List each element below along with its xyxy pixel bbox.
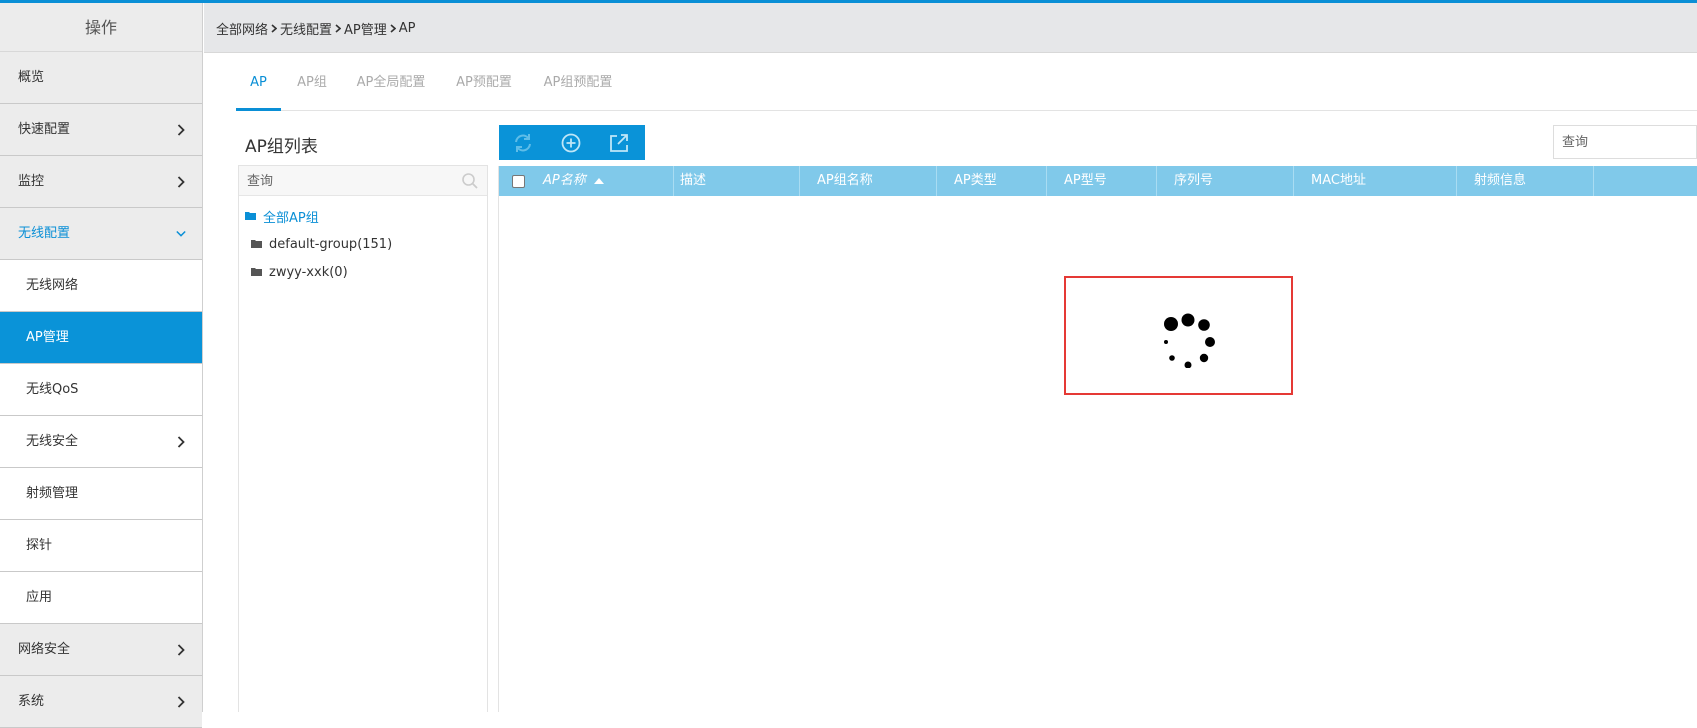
export-icon — [610, 133, 628, 152]
sidebar-item-3[interactable]: 无线配置 — [0, 208, 202, 260]
tab-ap-group-preconfig[interactable]: AP组预配置 — [540, 56, 616, 111]
chevron-right-icon — [269, 23, 279, 33]
tab-ap-preconfig[interactable]: AP预配置 — [452, 56, 516, 111]
chevron-right-icon — [174, 104, 188, 156]
header-bar: 全部网络 无线配置 AP管理 AP — [204, 3, 1697, 53]
sidebar-item-label: 网络安全 — [18, 642, 71, 657]
chevron-right-icon — [174, 624, 188, 676]
sidebar-menu: 概览快速配置监控无线配置无线网络 AP管理无线QoS 无线安全射频管理探针应用网络安… — [0, 52, 202, 728]
sidebar: 操作 概览快速配置监控无线配置无线网络 AP管理无线QoS 无线安全射频管理探针应用… — [0, 3, 203, 728]
table-toolbar — [499, 125, 645, 160]
tab-ap-group[interactable]: AP组 — [293, 56, 331, 111]
sidebar-item-label: 监控 — [18, 174, 45, 189]
table-header: AP名称 描述 AP组名称 AP类型 AP型号 序列号 MAC地址 射频信息 — [499, 166, 1697, 196]
ap-group-list-title: AP组列表 — [245, 137, 318, 157]
folder-icon — [251, 240, 262, 248]
table-search-box — [1553, 125, 1697, 159]
sidebar-item-label: 系统 — [18, 694, 45, 709]
sidebar-item-6[interactable]: 无线QoS — [0, 364, 202, 416]
chevron-down-icon — [174, 208, 188, 260]
sidebar-item-11[interactable]: 网络安全 — [0, 624, 202, 676]
column-header-label: AP名称 — [543, 173, 586, 188]
sidebar-item-12[interactable]: 系统 — [0, 676, 202, 728]
loading-spinner-icon — [1164, 313, 1215, 368]
column-header-ap-group-name[interactable]: AP组名称 — [800, 166, 937, 196]
breadcrumb-item-ap-management[interactable]: AP管理 — [344, 19, 387, 38]
tree-search-input[interactable] — [239, 166, 487, 196]
breadcrumb-item-ap: AP — [398, 20, 416, 36]
tree-item-label: 全部AP组 — [263, 210, 319, 226]
tree-item-label: default-group(151) — [269, 236, 393, 252]
column-header-description[interactable]: 描述 — [663, 166, 800, 196]
sidebar-item-label: 无线配置 — [18, 226, 71, 241]
chevron-right-icon — [333, 23, 343, 33]
sidebar-item-10[interactable]: 应用 — [0, 572, 202, 624]
refresh-button[interactable] — [499, 125, 547, 160]
breadcrumb-item-network[interactable]: 全部网络 — [216, 19, 268, 38]
chevron-right-icon — [174, 416, 188, 468]
search-icon[interactable] — [461, 172, 479, 190]
sidebar-item-4[interactable]: 无线网络 — [0, 260, 202, 312]
table-search-input[interactable] — [1554, 126, 1696, 158]
sidebar-item-label: AP管理 — [26, 330, 69, 345]
folder-icon — [251, 268, 262, 276]
chevron-right-icon — [174, 676, 188, 728]
tree-item-all-groups[interactable]: 全部AP组 — [245, 206, 319, 226]
tab-ap-global-config[interactable]: AP全局配置 — [352, 56, 430, 111]
column-header-radio-info[interactable]: 射频信息 — [1457, 166, 1594, 196]
sidebar-item-1[interactable]: 快速配置 — [0, 104, 202, 156]
column-header-ap-type[interactable]: AP类型 — [937, 166, 1047, 196]
tree-item-default-group[interactable]: default-group(151) — [251, 234, 392, 254]
tree-item-label: zwyy-xxk(0) — [269, 264, 348, 280]
sidebar-item-8[interactable]: 射频管理 — [0, 468, 202, 520]
sidebar-item-label: 无线QoS — [26, 382, 79, 397]
export-button[interactable] — [595, 125, 643, 160]
ap-group-tree-panel: 全部AP组 default-group(151) zwyy-xxk(0) — [238, 165, 488, 712]
column-header-ap-model[interactable]: AP型号 — [1047, 166, 1157, 196]
sidebar-item-7[interactable]: 无线安全 — [0, 416, 202, 468]
sidebar-item-0[interactable]: 概览 — [0, 52, 202, 104]
sort-asc-icon — [593, 177, 604, 184]
sidebar-item-label: 应用 — [26, 590, 53, 605]
breadcrumb-item-wireless[interactable]: 无线配置 — [280, 19, 332, 38]
sidebar-item-label: 概览 — [18, 70, 45, 85]
add-circle-icon — [561, 133, 581, 152]
column-header-ap-name[interactable]: AP名称 — [526, 166, 674, 196]
add-button[interactable] — [547, 125, 595, 160]
chevron-right-icon — [388, 23, 398, 33]
sidebar-item-label: 射频管理 — [26, 486, 79, 501]
chevron-right-icon — [174, 156, 188, 208]
tab-ap[interactable]: AP — [236, 56, 281, 111]
column-header-serial-number[interactable]: 序列号 — [1157, 166, 1294, 196]
sidebar-item-label: 无线网络 — [26, 278, 79, 293]
ap-table: AP名称 描述 AP组名称 AP类型 AP型号 序列号 MAC地址 射频信息 — [498, 166, 1697, 712]
column-header-mac-address[interactable]: MAC地址 — [1294, 166, 1457, 196]
refresh-icon — [515, 133, 531, 152]
breadcrumb: 全部网络 无线配置 AP管理 AP — [216, 3, 416, 53]
sidebar-item-2[interactable]: 监控 — [0, 156, 202, 208]
tree-search-box — [239, 166, 487, 196]
sidebar-item-label: 快速配置 — [18, 122, 71, 137]
tree-item-zwyy-xxk[interactable]: zwyy-xxk(0) — [251, 262, 348, 282]
tab-bar: AP AP组 AP全局配置 AP预配置 AP组预配置 — [236, 56, 1697, 111]
sidebar-title: 操作 — [0, 3, 202, 52]
sidebar-item-5[interactable]: AP管理 — [0, 312, 202, 364]
loading-indicator-box — [1064, 276, 1293, 395]
sidebar-item-label: 探针 — [26, 538, 53, 553]
sidebar-item-9[interactable]: 探针 — [0, 520, 202, 572]
sidebar-item-label: 无线安全 — [26, 434, 79, 449]
folder-open-icon — [245, 212, 256, 220]
select-all-checkbox[interactable] — [512, 175, 525, 188]
